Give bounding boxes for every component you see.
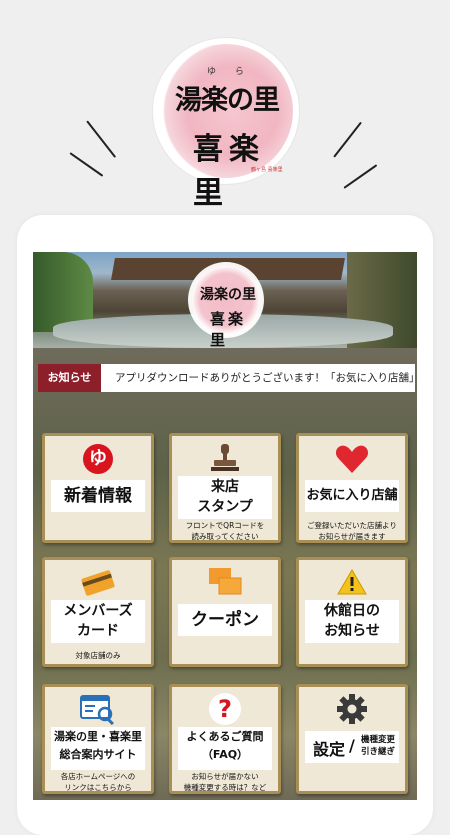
sparkle-ray-right-2 [343, 164, 378, 189]
news-ticker[interactable]: お知らせ アプリダウンロードありがとうございます！「お気に入り店舗」 [38, 364, 415, 392]
coupon-icon [209, 568, 242, 595]
question-icon: ? [209, 693, 241, 725]
hero-logo-line1: 湯楽の里 [200, 287, 256, 303]
tile-closed-days-title: 休館日の お知らせ [305, 600, 399, 643]
website-icon [80, 695, 114, 725]
tile-members-title: メンバーズ カード [51, 600, 145, 643]
news-text: アプリダウンロードありがとうございます！「お気に入り店舗」 [115, 372, 415, 384]
tile-stamp-sub: フロントでQRコードを 読み取ってください [185, 521, 265, 541]
tile-faq[interactable]: ? よくあるご質問 （FAQ） お知らせが届かない 機種変更する時は？など [169, 684, 281, 794]
logo-line1: 湯楽の里 [175, 85, 280, 116]
tile-closed-days[interactable]: 休館日の お知らせ [296, 557, 408, 667]
sparkle-ray-left-2 [69, 152, 104, 177]
tile-guide-site-title: 湯楽の里・喜楽里 総合案内サイト [51, 727, 145, 770]
news-label: お知らせ [38, 364, 101, 392]
tile-news-title: 新着情報 [51, 480, 145, 512]
warning-icon [337, 569, 367, 595]
sparkle-ray-right-1 [333, 121, 362, 158]
tile-favorite-store[interactable]: お気に入り店舗 ご登録いただいた店舗より お知らせが届きます [296, 433, 408, 543]
logo-small-text: 鶴ヶ島 喜楽里 [251, 167, 283, 173]
tile-stamp-title: 来店 スタンプ [178, 476, 272, 519]
tile-favorite-title: お気に入り店舗 [305, 480, 399, 512]
heart-icon [335, 445, 369, 473]
member-card-icon [81, 570, 115, 596]
app-logo: ゆ ら 湯楽の里 喜楽里 鶴ヶ島 喜楽里 [153, 38, 299, 211]
hero-image: 湯楽の里 喜楽里 [33, 252, 417, 349]
tile-faq-title: よくあるご質問 （FAQ） [178, 727, 272, 770]
stamp-icon [211, 444, 239, 471]
app-screen: 湯楽の里 喜楽里 お知らせ アプリダウンロードありがとうございます！「お気に入り… [33, 252, 417, 800]
tile-settings[interactable]: 設定 / 機種変更 引き継ぎ [296, 684, 408, 794]
tile-coupon-title: クーポン [178, 604, 272, 636]
tile-settings-title: 設定 / 機種変更 引き継ぎ [305, 731, 399, 763]
hero-logo: 湯楽の里 喜楽里 [188, 262, 264, 349]
tile-faq-sub: お知らせが届かない 機種変更する時は？など [183, 772, 267, 792]
tile-guide-site-sub: 各店ホームページへの リンクはこちらから [60, 772, 136, 792]
tile-coupon[interactable]: クーポン [169, 557, 281, 667]
hero-logo-line2: 喜楽里 [210, 310, 247, 349]
logo-ruby: ゆ ら [207, 67, 252, 77]
sparkle-ray-left-1 [86, 120, 117, 158]
tile-members-sub: 対象店舗のみ [75, 651, 121, 660]
gear-icon [337, 694, 367, 724]
tile-stamp[interactable]: 来店 スタンプ フロントでQRコードを 読み取ってください [169, 433, 281, 543]
tile-guide-site[interactable]: 湯楽の里・喜楽里 総合案内サイト 各店ホームページへの リンクはこちらから [42, 684, 154, 794]
tile-favorite-sub: ご登録いただいた店舗より お知らせが届きます [307, 521, 397, 541]
yu-logo-icon: ゆ [83, 444, 113, 474]
tile-news[interactable]: ゆ 新着情報 [42, 433, 154, 543]
logo-emblem: ゆ ら 湯楽の里 喜楽里 鶴ヶ島 喜楽里 [159, 44, 293, 211]
tile-members-card[interactable]: メンバーズ カード 対象店舗のみ [42, 557, 154, 667]
